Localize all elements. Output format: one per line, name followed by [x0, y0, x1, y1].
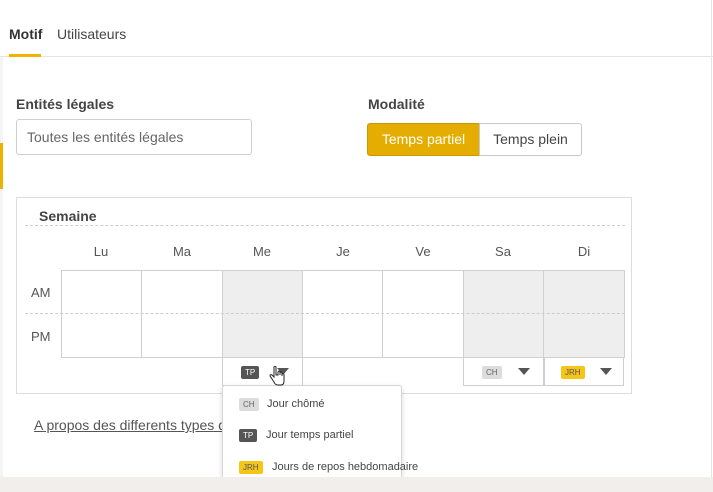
- entities-input[interactable]: [16, 119, 252, 155]
- menu-item-label: Jour temps partiel: [266, 429, 354, 441]
- tab-bar: Motif Utilisateurs: [0, 0, 713, 57]
- day-header-lu: Lu: [93, 244, 109, 259]
- tab-motif[interactable]: Motif: [9, 26, 42, 42]
- day-column-je[interactable]: [303, 271, 383, 357]
- modality-temps-partiel-button[interactable]: Temps partiel: [367, 123, 480, 156]
- tag-jrh: JRH: [239, 461, 263, 474]
- hand-pointer-icon: [269, 366, 285, 386]
- day-header-sa: Sa: [495, 244, 511, 259]
- tab-utilisateurs[interactable]: Utilisateurs: [57, 26, 126, 42]
- week-divider: [25, 225, 625, 226]
- day-type-select-me[interactable]: TP: [222, 358, 303, 386]
- menu-item-jour-temps-partiel[interactable]: TP Jour temps partiel: [223, 419, 401, 449]
- day-column-lu[interactable]: [62, 271, 142, 357]
- tag-jrh: JRH: [561, 366, 585, 379]
- entities-label: Entités légales: [16, 96, 115, 112]
- about-day-types-link[interactable]: A propos des differents types de jours: [34, 417, 222, 433]
- active-tab-indicator: [9, 54, 41, 57]
- day-column-ve[interactable]: [383, 271, 464, 357]
- day-header-je: Je: [336, 244, 350, 259]
- caret-down-icon: [518, 368, 530, 375]
- left-rail-accent: [0, 143, 3, 189]
- day-column-ma[interactable]: [142, 271, 223, 357]
- day-type-dropdown-menu: CH Jour chômé TP Jour temps partiel JRH …: [222, 385, 418, 481]
- left-rail: [0, 57, 3, 477]
- right-border: [711, 0, 712, 477]
- am-pm-divider: [25, 313, 625, 314]
- modality-temps-plein-button[interactable]: Temps plein: [479, 123, 582, 156]
- week-title: Semaine: [39, 208, 97, 224]
- period-label-am: AM: [31, 285, 51, 300]
- day-type-select-di[interactable]: JRH: [544, 358, 624, 386]
- modality-label: Modalité: [368, 96, 425, 112]
- tag-tp: TP: [239, 429, 258, 442]
- menu-item-jour-chome[interactable]: CH Jour chômé: [223, 388, 401, 418]
- day-column-sa[interactable]: [464, 271, 544, 357]
- day-header-ve: Ve: [415, 244, 431, 259]
- day-header-me: Me: [252, 244, 272, 259]
- week-panel: Semaine Lu Ma Me Je Ve Sa Di AM PM TP CH…: [16, 197, 632, 394]
- menu-item-label: Jour chômé: [267, 398, 325, 410]
- day-column-di[interactable]: [544, 271, 624, 357]
- day-header-di: Di: [577, 244, 591, 259]
- page-footer-bar: [0, 477, 713, 492]
- caret-down-icon: [600, 368, 612, 375]
- tag-tp: TP: [241, 366, 260, 379]
- tag-ch: CH: [482, 366, 502, 379]
- day-type-select-sa[interactable]: CH: [463, 358, 544, 386]
- week-grid: [61, 270, 625, 358]
- menu-item-label: Jours de repos hebdomadaire: [272, 461, 419, 473]
- day-header-ma: Ma: [172, 244, 192, 259]
- period-label-pm: PM: [31, 329, 51, 344]
- day-column-me[interactable]: [223, 271, 303, 357]
- tag-ch: CH: [239, 398, 259, 411]
